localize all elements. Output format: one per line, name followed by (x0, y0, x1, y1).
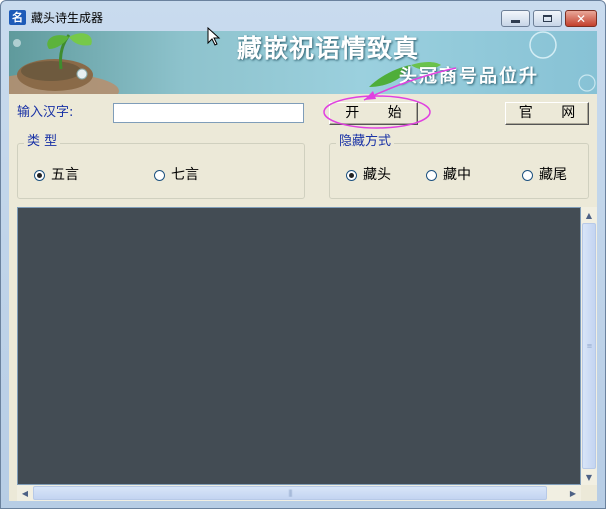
hide-mode-groupbox: 隐藏方式 藏头 藏中 藏尾 (329, 134, 589, 199)
radio-empty-icon (426, 169, 437, 181)
vertical-scrollbar[interactable]: ▲ ≡ ▼ (581, 207, 597, 485)
radio-label: 七言 (171, 167, 199, 183)
minimize-icon (511, 20, 520, 23)
banner: 藏嵌祝语情致真 头冠商号品位升 (9, 31, 597, 94)
minimize-button[interactable] (501, 10, 530, 27)
radio-label: 藏头 (363, 167, 391, 183)
website-button[interactable]: 官 网 (505, 102, 589, 125)
scrollbar-corner (581, 485, 597, 501)
start-button[interactable]: 开 始 (329, 102, 418, 125)
scroll-left-icon[interactable]: ◀ (17, 485, 33, 501)
hide-mode-legend: 隐藏方式 (336, 134, 395, 150)
horizontal-scroll-thumb[interactable]: ||| (33, 486, 547, 500)
type-groupbox: 类 型 五言 七言 (17, 134, 305, 199)
scroll-down-icon[interactable]: ▼ (581, 469, 597, 485)
radio-label: 五言 (51, 167, 79, 183)
radio-empty-icon (522, 169, 533, 181)
scroll-right-icon[interactable]: ▶ (565, 485, 581, 501)
app-window: 名 藏头诗生成器 ✕ 藏嵌祝语情致真 头冠商号品位升 输入汉字: 开 始 官 网… (0, 0, 606, 509)
vertical-scroll-thumb[interactable]: ≡ (582, 223, 596, 469)
radio-hide-head[interactable]: 藏头 (346, 167, 391, 183)
radio-label: 藏中 (443, 167, 471, 183)
scroll-up-icon[interactable]: ▲ (581, 207, 597, 223)
window-title: 藏头诗生成器 (31, 11, 104, 25)
radio-empty-icon (154, 169, 165, 181)
radio-seven-char[interactable]: 七言 (154, 167, 199, 183)
banner-slogan-line2: 头冠商号品位升 (399, 66, 539, 87)
radio-selected-icon (346, 169, 357, 181)
mouse-cursor-icon (207, 27, 221, 46)
chinese-chars-input[interactable] (113, 103, 304, 123)
client-area: 藏嵌祝语情致真 头冠商号品位升 输入汉字: 开 始 官 网 类 型 五言 七言 … (9, 31, 597, 501)
radio-label: 藏尾 (539, 167, 567, 183)
banner-slogan-line1: 藏嵌祝语情致真 (237, 34, 420, 63)
horizontal-scrollbar[interactable]: ◀ ||| ▶ (17, 485, 581, 501)
close-icon: ✕ (575, 11, 587, 26)
grip-icon: ||| (287, 489, 293, 497)
close-button[interactable]: ✕ (565, 10, 597, 27)
radio-hide-middle[interactable]: 藏中 (426, 167, 471, 183)
poem-output-area[interactable] (17, 207, 581, 485)
radio-hide-tail[interactable]: 藏尾 (522, 167, 567, 183)
maximize-button[interactable] (533, 10, 562, 27)
radio-five-char[interactable]: 五言 (34, 167, 79, 183)
app-icon: 名 (9, 10, 26, 25)
grip-icon: ≡ (586, 342, 593, 350)
radio-selected-icon (34, 169, 45, 181)
input-label: 输入汉字: (17, 105, 74, 120)
maximize-icon (543, 15, 552, 22)
type-group-legend: 类 型 (24, 134, 61, 150)
title-bar[interactable]: 名 藏头诗生成器 ✕ (1, 1, 605, 31)
